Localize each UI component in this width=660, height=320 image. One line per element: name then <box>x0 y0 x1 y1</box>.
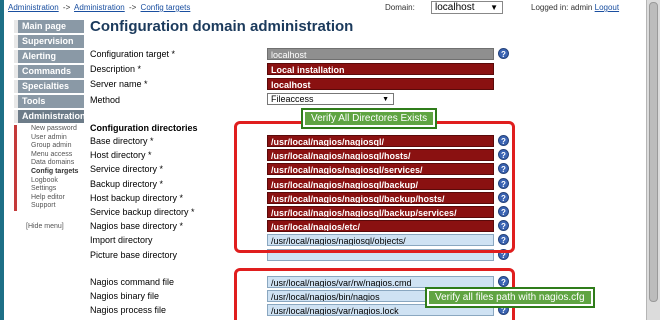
files-note: Verify all files path with nagios.cfg <box>425 287 595 308</box>
breadcrumb-link-administration[interactable]: Administration <box>8 3 59 12</box>
nagios-binary-file-label: Nagios binary file <box>90 291 160 301</box>
server-name-label: Server name * <box>90 79 148 89</box>
submenu-item-data-domains[interactable]: Data domains <box>31 159 84 168</box>
top-bar: Administration -> Administration -> Conf… <box>4 0 646 14</box>
login-info: Logged in: admin Logout <box>531 3 619 12</box>
nagios-command-file-label: Nagios command file <box>90 277 175 287</box>
sidebar-item-supervision[interactable]: Supervision <box>14 35 84 48</box>
submenu-item-settings[interactable]: Settings <box>31 185 84 194</box>
submenu-item-group-admin[interactable]: Group admin <box>31 142 84 151</box>
breadcrumb-separator: -> <box>128 3 137 12</box>
import-directory-label: Import directory <box>90 235 153 246</box>
domain-label: Domain: <box>385 3 415 12</box>
host-backup-directory-label: Host backup directory * <box>90 192 184 203</box>
sidebar-item-specialties[interactable]: Specialties <box>14 80 84 93</box>
submenu-item-new-password[interactable]: New password <box>31 125 84 134</box>
scrollbar-thumb[interactable] <box>649 2 658 302</box>
sidebar-item-administration[interactable]: Administration <box>14 110 86 123</box>
service-backup-directory-label: Service backup directory * <box>90 207 195 217</box>
backup-directory-label: Backup directory * <box>90 178 164 189</box>
submenu-item-logbook[interactable]: Logbook <box>31 177 84 186</box>
breadcrumb-link-administration-2[interactable]: Administration <box>74 3 125 12</box>
sidebar-item-alerting[interactable]: Alerting <box>14 50 84 63</box>
hide-menu-link[interactable]: [Hide menu] <box>26 223 84 230</box>
method-select-value: Fileaccess <box>271 94 314 104</box>
directories-note: Verify All Directores Exists <box>301 108 438 129</box>
submenu-item-user-admin[interactable]: User admin <box>31 134 84 143</box>
submenu-item-menu-access[interactable]: Menu access <box>31 151 84 160</box>
configuration-target-input[interactable]: localhost <box>267 48 494 60</box>
breadcrumb-separator: -> <box>62 3 71 12</box>
base-directory-label: Base directory * <box>90 136 154 146</box>
domain-select-value: localhost <box>435 2 475 13</box>
description-input[interactable]: Local installation <box>267 63 494 75</box>
administration-submenu: New password User admin Group admin Menu ac… <box>14 125 84 211</box>
submenu-item-help-editor[interactable]: Help editor <box>31 194 84 203</box>
nagios-base-directory-label: Nagios base directory * <box>90 221 184 232</box>
help-icon[interactable]: ? <box>498 48 509 59</box>
page-title: Configuration domain administration <box>90 18 354 35</box>
logout-link[interactable]: Logout <box>595 3 619 12</box>
login-text: Logged in: admin <box>531 3 593 12</box>
sidebar-item-commands[interactable]: Commands <box>14 65 84 78</box>
breadcrumb-link-config-targets[interactable]: Config targets <box>141 3 191 12</box>
domain-select[interactable]: localhost ▼ <box>431 1 503 14</box>
sidebar-item-tools[interactable]: Tools <box>14 95 84 108</box>
configuration-target-label: Configuration target * <box>90 49 176 59</box>
method-label: Method <box>90 95 121 105</box>
sidebar-item-main-page[interactable]: Main page <box>14 20 84 33</box>
directories-highlight-box <box>234 121 515 253</box>
sidebar: Main page Supervision Alerting Commands Spec… <box>4 20 86 230</box>
method-select[interactable]: Fileaccess ▼ <box>267 93 394 105</box>
chevron-down-icon: ▼ <box>490 3 498 12</box>
page-frame: Administration -> Administration -> Conf… <box>0 0 646 320</box>
nagios-process-file-label: Nagios process file <box>90 305 167 315</box>
host-directory-label: Host directory * <box>90 150 152 161</box>
service-directory-label: Service directory * <box>90 164 164 175</box>
vertical-scrollbar[interactable] <box>646 0 660 320</box>
server-name-input[interactable]: localhost <box>267 78 494 90</box>
breadcrumb: Administration -> Administration -> Conf… <box>8 3 190 12</box>
directories-heading: Configuration directories <box>90 123 198 133</box>
submenu-item-config-targets[interactable]: Config targets <box>31 168 84 177</box>
description-label: Description * <box>90 64 142 74</box>
picture-base-directory-label: Picture base directory <box>90 249 178 260</box>
submenu-item-support[interactable]: Support <box>31 202 84 211</box>
chevron-down-icon: ▼ <box>382 96 389 103</box>
main-menu: Main page Supervision Alerting Commands Spec… <box>4 20 84 108</box>
